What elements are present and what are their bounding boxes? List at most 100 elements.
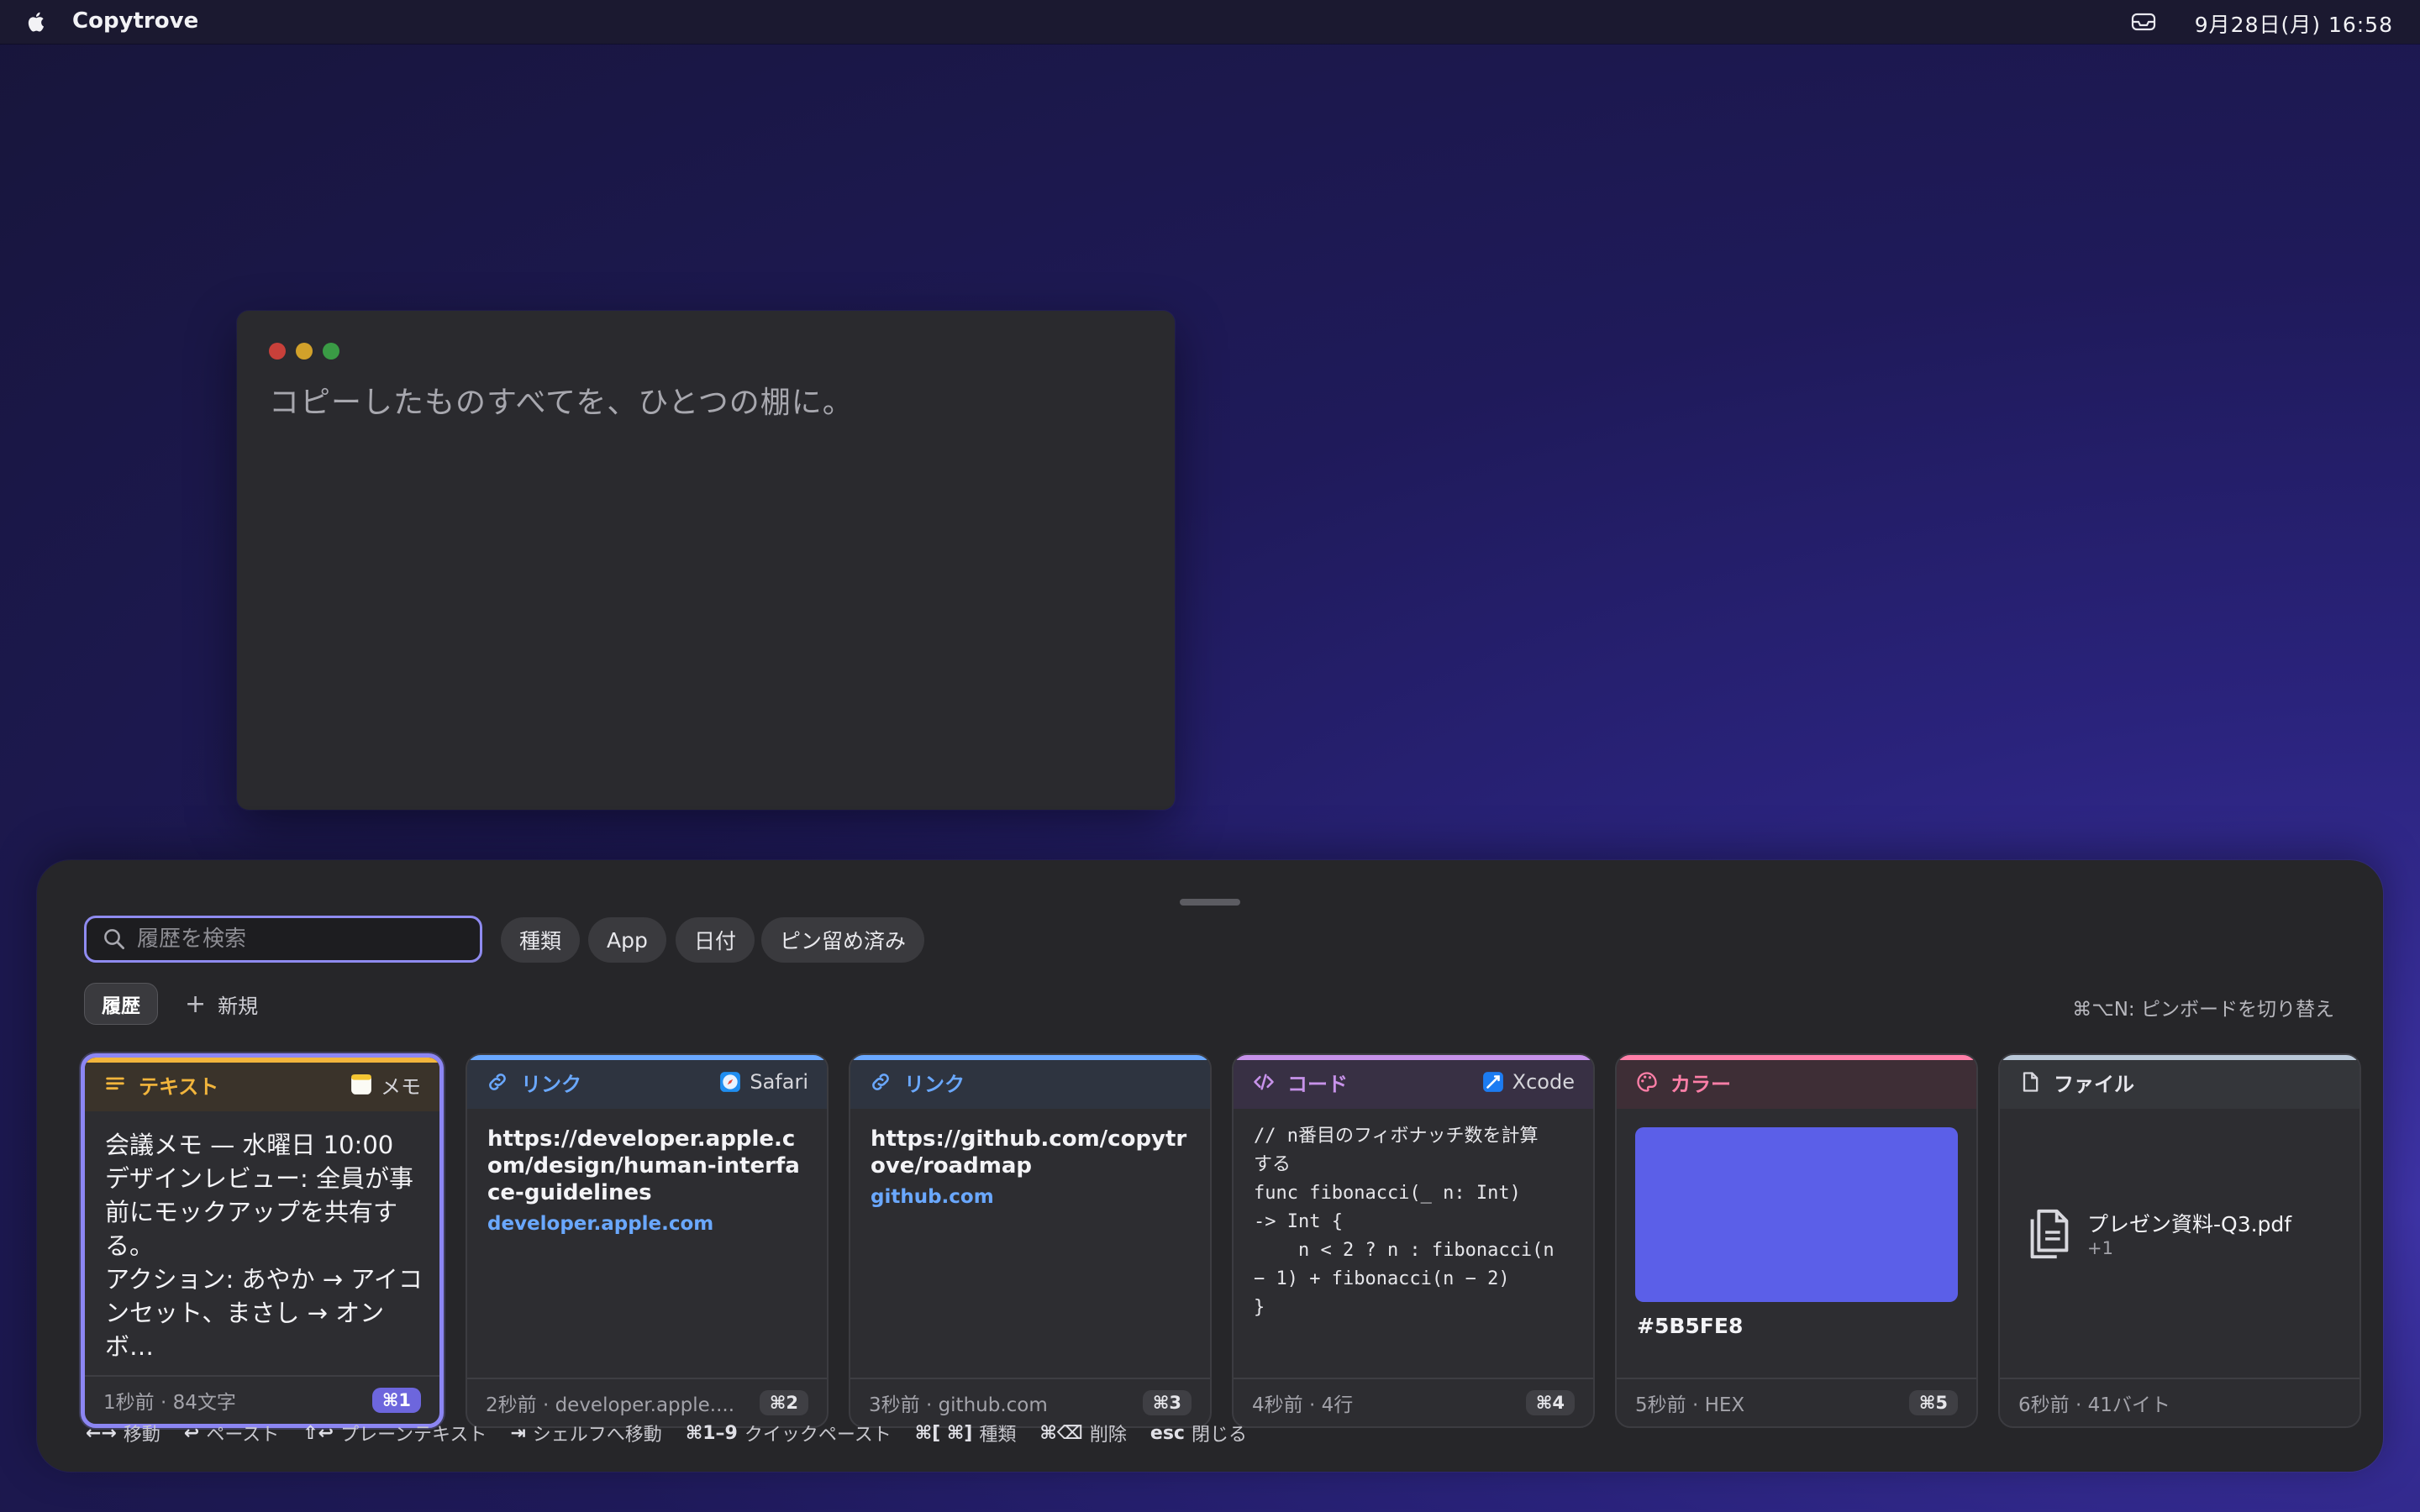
text-lines-icon <box>106 1077 124 1090</box>
color-hex-label: #5B5FE8 <box>1637 1314 1744 1338</box>
link-icon <box>872 1074 889 1090</box>
tab-history[interactable]: 履歴 <box>84 983 158 1025</box>
tab-new-pinboard[interactable]: + 新規 <box>185 983 258 1025</box>
card-link-content: https://developer.apple.com/design/human… <box>487 1126 810 1235</box>
close-window-button[interactable] <box>269 343 286 360</box>
filter-pinned-button[interactable]: ピン留め済み <box>761 917 925 963</box>
card-type-label: リンク <box>904 1072 965 1096</box>
card-footer: 6秒前 · 41バイト <box>2000 1378 2360 1426</box>
notes-app-icon <box>351 1074 371 1095</box>
shortcut-label: クイックペースト <box>744 1425 892 1446</box>
card-link-content: https://github.com/copytrove/roadmap git… <box>871 1126 1193 1208</box>
card-text-content: 会議メモ — 水曜日 10:00 デザインレビュー: 全員が事 前にモックアップ… <box>105 1131 423 1361</box>
link-host: github.com <box>871 1186 994 1208</box>
card-source-label: メモ <box>381 1074 421 1099</box>
card-accent-stripe <box>1617 1055 1976 1060</box>
shortcut-key: esc <box>1150 1422 1185 1444</box>
pinboard-switch-hint: ⌘⌥N: ピンボードを切り替え <box>2072 999 2334 1021</box>
card-type-label: カラー <box>1670 1072 1731 1096</box>
card-header: カラー <box>1617 1055 1976 1109</box>
card-footer: 4秒前 · 4行 ⌘4 <box>1234 1378 1593 1426</box>
card-source: Safari <box>719 1070 808 1094</box>
xcode-app-icon <box>1482 1072 1503 1092</box>
document-icon <box>2023 1072 2039 1092</box>
clip-card-text[interactable]: テキスト メモ 会議メモ — 水曜日 10:00 デザインレビュー: 全員が事 … <box>81 1053 444 1428</box>
card-header: テキスト メモ <box>85 1058 439 1111</box>
card-meta: 6秒前 · 41バイト <box>2018 1394 2170 1416</box>
card-shortcut-badge: ⌘1 <box>371 1388 421 1413</box>
clip-card-color[interactable]: カラー #5B5FE8 5秒前 · HEX ⌘5 <box>1615 1053 1978 1428</box>
code-brackets-icon <box>1254 1074 1274 1090</box>
card-source: メモ <box>350 1070 421 1100</box>
shortcut-label: 移動 <box>123 1425 160 1446</box>
app-name-menu[interactable]: Copytrove <box>72 8 198 34</box>
card-accent-stripe <box>467 1055 827 1060</box>
card-accent-stripe <box>850 1055 1210 1060</box>
filter-date-button[interactable]: 日付 <box>676 917 755 963</box>
card-source: Xcode <box>1482 1070 1575 1094</box>
shortcut-paste: ↩ ペースト <box>184 1420 279 1446</box>
tab-new-label: 新規 <box>218 994 259 1018</box>
shortcut-delete: ⌘⌫ 削除 <box>1039 1420 1127 1446</box>
search-input[interactable] <box>135 926 458 953</box>
card-shortcut-badge: ⌘5 <box>1908 1390 1958 1415</box>
shortcut-quick-paste: ⌘1–9 クイックペースト <box>686 1420 892 1446</box>
card-accent-stripe <box>1234 1055 1593 1060</box>
card-accent-stripe <box>2000 1055 2360 1060</box>
shortcut-label: 種類 <box>979 1425 1017 1446</box>
search-field[interactable] <box>84 916 482 963</box>
clipboard-shelf-panel: 種類 App 日付 ピン留め済み 履歴 + 新規 ⌘⌥N: ピンボードを切り替え… <box>37 860 2383 1472</box>
card-meta: 4秒前 · 4行 <box>1252 1394 1354 1416</box>
safari-app-icon <box>720 1072 741 1092</box>
menu-bar: Copytrove 9月28日(月) 16:58 <box>0 0 2420 44</box>
link-url: https://github.com/copytrove/roadmap <box>871 1126 1187 1179</box>
filter-type-button[interactable]: 種類 <box>501 917 581 963</box>
shortcut-key: ⌘1–9 <box>685 1422 738 1444</box>
plus-icon: + <box>185 989 207 1019</box>
card-header: リンク <box>850 1055 1210 1109</box>
shortcut-label: シェルフへ移動 <box>532 1425 662 1446</box>
card-footer: 1秒前 · 84文字 ⌘1 <box>85 1375 439 1424</box>
card-accent-stripe <box>85 1058 439 1063</box>
card-code-content: // n番目のフィボナッチ数を計算 する func fibonacci(_ n:… <box>1254 1126 1555 1318</box>
zoom-window-button[interactable] <box>323 343 339 360</box>
palette-icon <box>1637 1072 1657 1092</box>
shortcut-label: 閉じる <box>1191 1425 1247 1446</box>
filter-app-button[interactable]: App <box>588 917 666 963</box>
shortcut-key: ↩ <box>183 1422 200 1444</box>
card-footer: 5秒前 · HEX ⌘5 <box>1617 1378 1976 1426</box>
link-url: https://developer.apple.com/design/human… <box>487 1126 800 1205</box>
card-meta: 3秒前 · github.com <box>869 1394 1048 1416</box>
search-icon <box>104 929 124 949</box>
shortcut-move: ←→ 移動 <box>86 1420 160 1446</box>
shortcut-move-to-shelf: ⇥ シェルフへ移動 <box>510 1420 661 1446</box>
card-header: コード Xcode <box>1234 1055 1593 1109</box>
card-type-label: コード <box>1287 1072 1348 1096</box>
shortcut-label: プレーンテキスト <box>340 1425 487 1446</box>
shortcut-key: ⇧↩ <box>302 1422 334 1444</box>
menu-bar-clock[interactable]: 9月28日(月) 16:58 <box>2195 8 2393 39</box>
card-header: ファイル <box>2000 1055 2360 1109</box>
multiple-files-icon <box>2030 1209 2069 1259</box>
apple-menu-icon[interactable] <box>25 10 49 34</box>
minimize-window-button[interactable] <box>296 343 313 360</box>
color-swatch <box>1635 1127 1958 1302</box>
shortcut-plain-text: ⇧↩ プレーンテキスト <box>302 1420 487 1446</box>
file-more-count: +1 <box>2087 1238 2113 1258</box>
clip-card-link[interactable]: リンク https://github.com/copytrove/roadmap… <box>849 1053 1212 1428</box>
card-shortcut-badge: ⌘3 <box>1142 1390 1192 1415</box>
tray-status-icon[interactable] <box>2131 12 2156 32</box>
card-meta: 5秒前 · HEX <box>1635 1394 1745 1416</box>
shortcut-close: esc 閉じる <box>1150 1420 1247 1446</box>
card-meta: 2秒前 · developer.apple.... <box>486 1394 735 1416</box>
card-type-label: テキスト <box>139 1074 219 1099</box>
shortcut-key: ⌘⌫ <box>1039 1422 1083 1444</box>
keyboard-shortcuts-bar: ←→ 移動 ↩ ペースト ⇧↩ プレーンテキスト ⇥ シェルフへ移動 ⌘1–9 クイックペ… <box>86 1420 1270 1446</box>
clip-card-link[interactable]: リンク Safari https://developer.apple.com/d… <box>466 1053 829 1428</box>
shortcut-type: ⌘[ ⌘] 種類 <box>915 1420 1017 1446</box>
clip-card-code[interactable]: コード Xcode // n番目のフィボナッチ数を計算 する func fibo… <box>1232 1053 1595 1428</box>
shortcut-label: ペースト <box>206 1425 280 1446</box>
panel-drag-handle[interactable] <box>1180 899 1240 906</box>
card-shortcut-badge: ⌘4 <box>1525 1390 1575 1415</box>
clip-card-file[interactable]: ファイル プレゼン資料-Q3.pdf +1 6秒前 · 41バイト <box>1998 1053 2361 1428</box>
